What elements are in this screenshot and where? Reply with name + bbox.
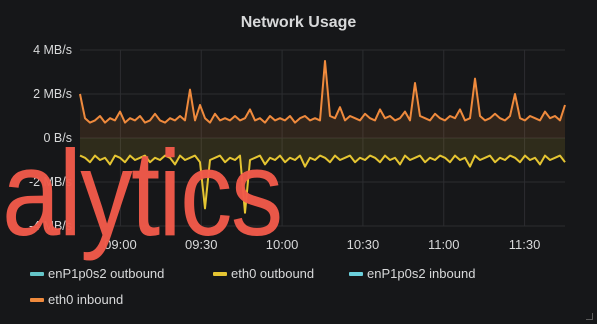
legend-swatch <box>349 271 363 276</box>
legend-label: enP1p0s2 outbound <box>48 266 165 281</box>
legend-item-enp1p0s2-inbound[interactable]: enP1p0s2 inbound <box>349 266 475 281</box>
legend-label: eth0 inbound <box>48 292 124 307</box>
overlay-watermark-text: alytics <box>2 125 283 261</box>
resize-handle-icon[interactable] <box>586 313 593 320</box>
graph-panel: 4 MB/s 2 MB/s 0 B/s -2 MB/s -4 MB/s 09:00 09:3… <box>0 0 597 324</box>
legend-label: eth0 outbound <box>231 266 315 281</box>
legend-item-eth0-outbound[interactable]: eth0 outbound <box>213 266 314 281</box>
legend-item-enp1p0s2-outbound[interactable]: enP1p0s2 outbound <box>30 266 164 281</box>
legend-swatch <box>30 297 44 302</box>
legend-label: enP1p0s2 inbound <box>367 266 476 281</box>
legend-swatch <box>30 271 44 276</box>
legend-swatch <box>213 271 227 276</box>
legend-item-eth0-inbound[interactable]: eth0 inbound <box>30 292 123 307</box>
